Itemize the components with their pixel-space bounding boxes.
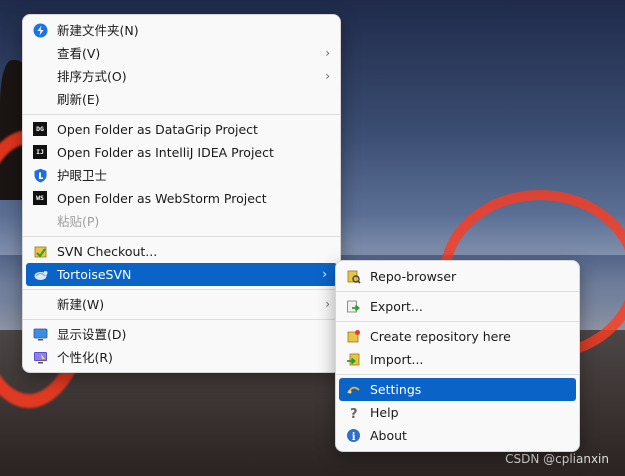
menu-item-label: Repo-browser (370, 269, 457, 284)
settings-icon (347, 386, 360, 394)
menu-item-label: 个性化(R) (57, 350, 113, 365)
desktop-context-menu: 新建文件夹(N) 查看(V) › 排序方式(O) › 刷新(E) DG Open… (22, 14, 341, 373)
menu-item-paste[interactable]: 粘贴(P) (23, 210, 340, 233)
menu-item-open-datagrip[interactable]: DG Open Folder as DataGrip Project (23, 118, 340, 141)
submenu-item-help[interactable]: ? Help (336, 401, 579, 424)
menu-item-label: 查看(V) (57, 46, 101, 61)
menu-item-label: 护眼卫士 (57, 168, 108, 183)
menu-item-svn-checkout[interactable]: SVN Checkout... (23, 240, 340, 263)
menu-item-label: 新建(W) (57, 297, 105, 312)
menu-item-view[interactable]: 查看(V) › (23, 42, 340, 65)
menu-item-label: Help (370, 405, 399, 420)
submenu-item-export[interactable]: Export... (336, 295, 579, 318)
menu-item-refresh[interactable]: 刷新(E) (23, 88, 340, 111)
menu-item-sort-by[interactable]: 排序方式(O) › (23, 65, 340, 88)
menu-item-personalize[interactable]: 个性化(R) (23, 346, 340, 369)
tortoisesvn-icon (34, 271, 48, 280)
submenu-item-about[interactable]: i About (336, 424, 579, 447)
repo-browser-icon (347, 270, 361, 284)
menu-item-label: 粘贴(P) (57, 214, 100, 229)
submenu-item-import[interactable]: Import... (336, 348, 579, 371)
submenu-item-repo-browser[interactable]: Repo-browser (336, 265, 579, 288)
submenu-item-create-repository[interactable]: Create repository here (336, 325, 579, 348)
shield-icon (34, 168, 47, 183)
menu-item-label: About (370, 428, 407, 443)
menu-item-eye-guard[interactable]: 护眼卫士 (23, 164, 340, 187)
menu-item-display-settings[interactable]: 显示设置(D) (23, 323, 340, 346)
menu-item-open-intellij[interactable]: IJ Open Folder as IntelliJ IDEA Project (23, 141, 340, 164)
menu-separator (23, 289, 340, 290)
info-icon: i (347, 429, 360, 443)
menu-item-tortoisesvn[interactable]: TortoiseSVN › (26, 263, 337, 286)
menu-item-label: TortoiseSVN (57, 267, 132, 282)
datagrip-icon: DG (33, 122, 48, 137)
menu-separator (336, 374, 579, 375)
svg-text:i: i (352, 432, 356, 443)
menu-item-label: 显示设置(D) (57, 327, 127, 342)
menu-item-open-webstorm[interactable]: WS Open Folder as WebStorm Project (23, 187, 340, 210)
menu-item-label: Import... (370, 352, 424, 367)
svg-text:?: ? (350, 407, 358, 420)
import-icon (347, 353, 360, 366)
webstorm-icon: WS (33, 191, 48, 206)
svn-checkout-icon (34, 246, 47, 258)
menu-separator (336, 321, 579, 322)
menu-item-label: Create repository here (370, 329, 511, 344)
export-icon (347, 300, 360, 313)
chevron-right-icon: › (325, 297, 330, 311)
new-folder-icon (33, 23, 48, 38)
menu-item-label: SVN Checkout... (57, 244, 158, 259)
tortoisesvn-submenu: Repo-browser Export... Create repository… (335, 260, 580, 452)
intellij-icon: IJ (33, 145, 48, 160)
chevron-right-icon: › (325, 69, 330, 83)
monitor-icon (33, 328, 48, 341)
watermark: CSDN @cplianxin (505, 452, 609, 466)
menu-separator (23, 236, 340, 237)
menu-separator (23, 114, 340, 115)
submenu-item-settings[interactable]: Settings (339, 378, 576, 401)
create-repository-icon (347, 330, 360, 343)
menu-item-label: Open Folder as DataGrip Project (57, 122, 258, 137)
menu-item-label: Settings (370, 382, 422, 397)
chevron-right-icon: › (325, 46, 330, 60)
menu-item-label: Open Folder as IntelliJ IDEA Project (57, 145, 274, 160)
menu-separator (336, 291, 579, 292)
menu-item-label: Export... (370, 299, 423, 314)
menu-item-label: 刷新(E) (57, 92, 100, 107)
menu-item-new-folder[interactable]: 新建文件夹(N) (23, 19, 340, 42)
help-icon: ? (350, 407, 358, 420)
chevron-right-icon: › (322, 267, 327, 281)
menu-item-new[interactable]: 新建(W) › (23, 293, 340, 316)
menu-item-label: Open Folder as WebStorm Project (57, 191, 267, 206)
menu-separator (23, 319, 340, 320)
menu-item-label: 新建文件夹(N) (57, 23, 139, 38)
menu-item-label: 排序方式(O) (57, 69, 127, 84)
personalize-icon (34, 352, 47, 364)
